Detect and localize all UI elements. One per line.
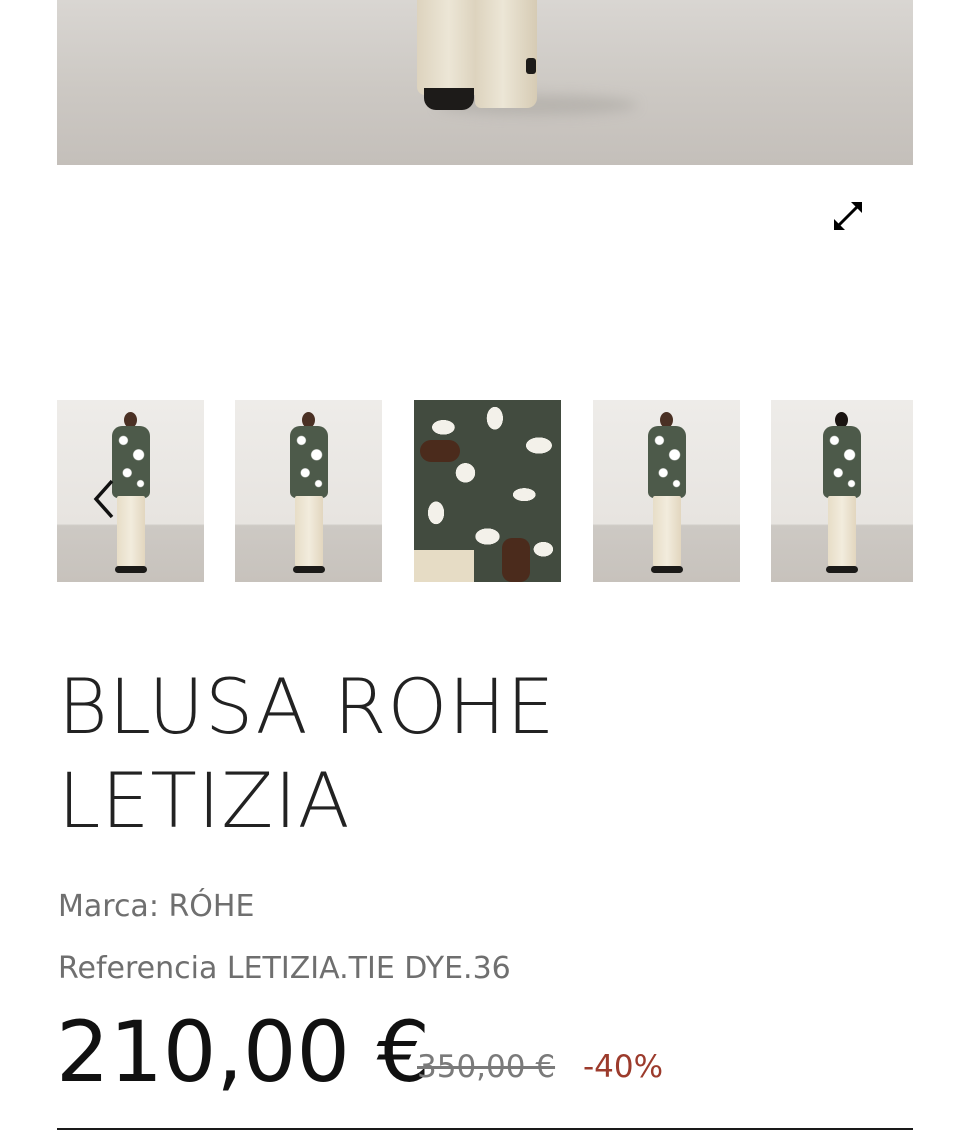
print-closeup [414,400,561,582]
brand-label: Marca: RÓHE [58,889,255,924]
reference-label: Referencia LETIZIA.TIE DYE.36 [58,951,511,986]
shoe-heel [526,58,536,74]
current-price: 210,00 € [56,1003,431,1101]
thumbnail-1[interactable] [57,400,204,582]
product-title: BLUSA ROHE LETIZIA [58,660,898,848]
original-price: 350,00 € [417,1049,556,1085]
thumbnail-4[interactable] [593,400,740,582]
shoe [424,88,474,110]
thumbnail-3[interactable] [414,400,561,582]
model-figure [286,412,332,577]
expand-arrows-icon[interactable] [832,200,864,232]
model-figure [819,412,865,577]
thumbnail-strip [57,400,913,582]
discount-badge: -40% [583,1049,664,1085]
pant-leg-right [475,0,537,108]
main-product-image[interactable] [57,0,913,165]
thumbnail-2[interactable] [235,400,382,582]
product-title-line-1: BLUSA ROHE [58,662,556,751]
thumbnail-5[interactable] [771,400,913,582]
chevron-left-icon[interactable] [90,478,120,520]
model-figure [644,412,690,577]
product-title-line-2: LETIZIA [58,756,351,845]
